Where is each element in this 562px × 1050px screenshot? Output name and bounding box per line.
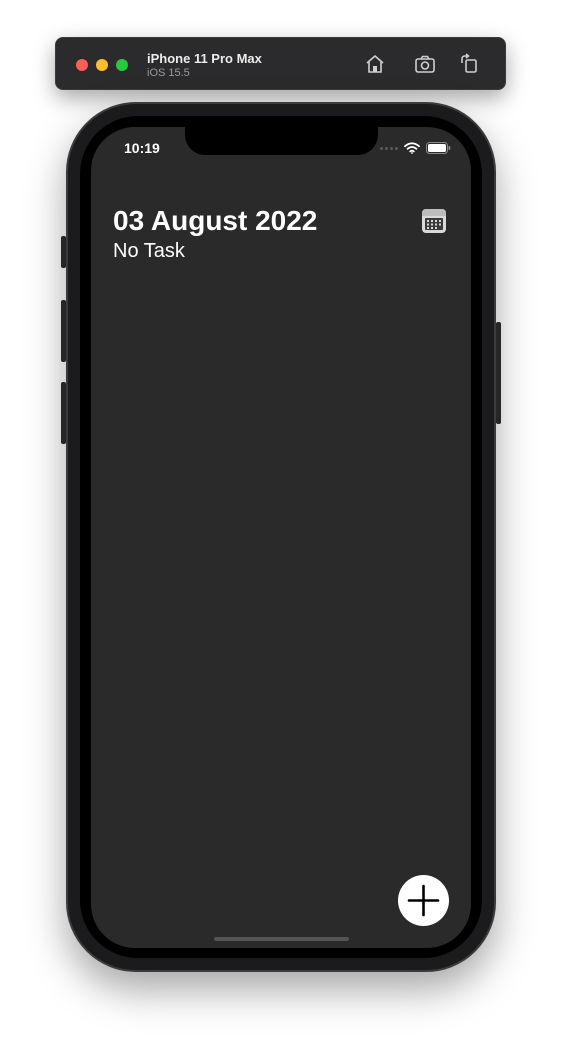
home-button[interactable] <box>363 52 387 76</box>
calendar-button[interactable] <box>421 207 447 235</box>
notch <box>185 127 378 155</box>
date-title: 03 August 2022 <box>113 205 318 236</box>
volume-up-button <box>61 300 66 362</box>
window-minimize-button[interactable] <box>96 59 108 71</box>
simulator-window: iPhone 11 Pro Max iOS 15.5 10:19 03 Augu… <box>0 0 562 1050</box>
screenshot-button[interactable] <box>413 52 437 76</box>
task-status: No Task <box>113 240 185 262</box>
window-maximize-button[interactable] <box>116 59 128 71</box>
home-icon <box>366 55 384 73</box>
rotate-button[interactable] <box>457 52 481 76</box>
battery-icon <box>426 142 451 154</box>
volume-down-button <box>61 382 66 444</box>
add-task-button[interactable] <box>398 875 449 926</box>
device-name: iPhone 11 Pro Max <box>147 51 262 66</box>
calendar-icon <box>422 209 446 233</box>
status-icons <box>380 141 451 155</box>
rotate-icon <box>461 53 477 73</box>
window-close-button[interactable] <box>76 59 88 71</box>
app-screen: 10:19 03 August 2022 No Task <box>91 127 471 948</box>
plus-icon <box>407 884 440 917</box>
side-power-button <box>496 322 501 424</box>
silent-switch <box>61 236 66 268</box>
home-indicator[interactable] <box>214 937 349 941</box>
screenshot-icon <box>415 55 435 73</box>
status-time: 10:19 <box>124 140 160 156</box>
cellular-signal-icon <box>380 146 398 150</box>
wifi-icon <box>404 142 420 154</box>
simulator-title-bar: iPhone 11 Pro Max iOS 15.5 <box>55 37 506 90</box>
os-version: iOS 15.5 <box>147 67 190 79</box>
